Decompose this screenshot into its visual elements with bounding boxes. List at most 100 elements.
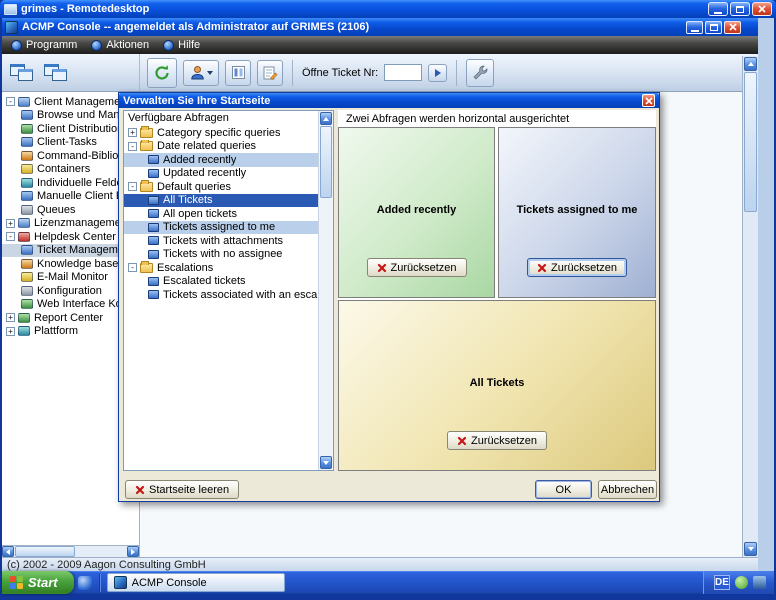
- copyright-text: (c) 2002 - 2009 Aagon Consulting GmbH: [7, 558, 206, 571]
- content-vertical-scrollbar[interactable]: [742, 56, 758, 557]
- close-icon: [728, 23, 737, 31]
- scroll-down-button[interactable]: [320, 456, 332, 469]
- dialog-titlebar: Verwalten Sie Ihre Startseite: [119, 93, 659, 108]
- folder-open-icon: [140, 180, 153, 192]
- expand-toggle[interactable]: +: [6, 218, 15, 228]
- scroll-right-button[interactable]: [127, 546, 139, 557]
- minimize-button[interactable]: [708, 2, 728, 16]
- query-item-escalation-associated[interactable]: Tickets associated with an escalation: [124, 288, 318, 302]
- arrow-up-icon: [747, 62, 754, 66]
- query-item-tickets-with-attachments[interactable]: Tickets with attachments: [124, 234, 318, 248]
- expand-toggle[interactable]: +: [128, 128, 137, 138]
- arrow-down-icon: [323, 460, 329, 465]
- expand-toggle[interactable]: +: [6, 326, 15, 336]
- columns-view-button[interactable]: [225, 59, 251, 86]
- query-group-date-related[interactable]: - Date related queries: [124, 139, 318, 154]
- close-icon: [758, 5, 766, 13]
- collapse-toggle[interactable]: -: [128, 182, 137, 192]
- maximize-button[interactable]: [730, 2, 750, 16]
- app-minimize-button[interactable]: [686, 20, 703, 34]
- reset-all-tickets-button[interactable]: Zurücksetzen: [446, 431, 548, 450]
- query-item-updated-recently[interactable]: Updated recently: [124, 167, 318, 181]
- web-icon: [21, 299, 33, 310]
- cancel-button[interactable]: Abbrechen: [598, 480, 657, 499]
- tree-header: Verfügbare Abfragen: [128, 112, 229, 124]
- scroll-up-button[interactable]: [320, 112, 332, 125]
- query-item-all-tickets[interactable]: All Tickets: [124, 193, 318, 207]
- scroll-down-button[interactable]: [744, 542, 757, 556]
- folder-icon: [140, 126, 153, 138]
- start-button[interactable]: Start: [2, 571, 74, 594]
- panel-title: Added recently: [376, 204, 457, 217]
- ticket-number-label: Öffne Ticket Nr:: [302, 66, 379, 79]
- ok-button[interactable]: OK: [535, 480, 592, 499]
- cascade-windows-icon[interactable]: [44, 63, 68, 82]
- arrow-up-icon: [323, 116, 329, 121]
- tree-vertical-scrollbar[interactable]: [318, 111, 333, 470]
- refresh-button[interactable]: [147, 57, 177, 88]
- language-indicator[interactable]: DE: [714, 575, 730, 590]
- tray-status-icon[interactable]: [735, 576, 748, 589]
- app-restore-button[interactable]: [705, 20, 722, 34]
- helpdesk-icon: [18, 231, 30, 242]
- refresh-icon: [155, 64, 169, 80]
- restore-icon: [709, 23, 718, 31]
- red-x-icon: [537, 263, 547, 272]
- containers-icon: [21, 164, 33, 175]
- acmp-app-icon: [5, 20, 18, 34]
- menu-programm[interactable]: Programm: [6, 37, 86, 53]
- scrollbar-thumb[interactable]: [320, 126, 332, 198]
- settings-button[interactable]: [466, 58, 495, 87]
- sidebar-horizontal-scrollbar[interactable]: [2, 545, 140, 557]
- system-tray: DE: [703, 571, 774, 594]
- menu-aktionen[interactable]: Aktionen: [86, 37, 158, 53]
- query-icon: [148, 209, 159, 219]
- report-icon: [18, 312, 30, 323]
- query-item-escalated-tickets[interactable]: Escalated tickets: [124, 275, 318, 289]
- clear-startpage-button[interactable]: Startseite leeren: [125, 480, 240, 499]
- preview-panel-all-tickets: All Tickets Zurücksetzen: [338, 300, 656, 471]
- open-ticket-button[interactable]: [428, 63, 448, 82]
- rdp-edge-strip: [758, 18, 774, 571]
- startpage-dialog: Verwalten Sie Ihre Startseite Verfügbare…: [118, 92, 660, 502]
- programm-icon: [11, 39, 22, 51]
- aktionen-icon: [91, 39, 103, 51]
- tray-network-icon[interactable]: [753, 576, 766, 589]
- collapse-toggle[interactable]: -: [6, 97, 15, 107]
- query-group-escalations[interactable]: - Escalations: [124, 261, 318, 275]
- new-window-icon[interactable]: [10, 63, 34, 82]
- collapse-toggle[interactable]: -: [128, 263, 137, 273]
- task-button-acmp-console[interactable]: ACMP Console: [106, 573, 285, 592]
- dialog-close-button[interactable]: [642, 94, 655, 107]
- collapse-toggle[interactable]: -: [6, 232, 15, 242]
- expand-toggle[interactable]: +: [6, 313, 15, 323]
- app-close-button[interactable]: [724, 20, 741, 34]
- query-group-default[interactable]: - Default queries: [124, 180, 318, 194]
- red-x-icon: [377, 263, 386, 272]
- reset-tickets-assigned-button[interactable]: Zurücksetzen: [526, 258, 628, 277]
- scrollbar-thumb[interactable]: [744, 72, 757, 212]
- edit-form-button[interactable]: [257, 59, 283, 86]
- arrow-down-icon: [747, 547, 754, 551]
- quick-launch-icon[interactable]: [77, 575, 92, 590]
- hilfe-icon: [163, 39, 175, 51]
- query-item-tickets-with-no-assignee[interactable]: Tickets with no assignee: [124, 248, 318, 262]
- menu-hilfe[interactable]: Hilfe: [158, 37, 209, 53]
- ticket-number-input[interactable]: [384, 64, 423, 81]
- close-button[interactable]: [752, 2, 772, 16]
- available-queries-tree: Verfügbare Abfragen + Category specific q…: [123, 110, 334, 471]
- user-menu-button[interactable]: [183, 59, 219, 86]
- scroll-left-button[interactable]: [2, 546, 14, 557]
- main-toolbar: Öffne Ticket Nr:: [147, 54, 738, 91]
- scrollbar-thumb[interactable]: [15, 546, 75, 557]
- query-item-all-open-tickets[interactable]: All open tickets: [124, 207, 318, 221]
- collapse-toggle[interactable]: -: [128, 141, 137, 151]
- panel-title: Tickets assigned to me: [516, 204, 638, 217]
- query-item-tickets-assigned-to-me[interactable]: Tickets assigned to me: [124, 220, 318, 234]
- scroll-up-button[interactable]: [744, 57, 757, 71]
- menu-label: Aktionen: [106, 39, 150, 51]
- query-group-category-specific[interactable]: + Category specific queries: [124, 126, 318, 140]
- query-item-added-recently[interactable]: Added recently: [124, 153, 318, 167]
- reset-added-recently-button[interactable]: Zurücksetzen: [366, 258, 467, 277]
- preview-panel-added-recently: Added recently Zurücksetzen: [338, 127, 495, 298]
